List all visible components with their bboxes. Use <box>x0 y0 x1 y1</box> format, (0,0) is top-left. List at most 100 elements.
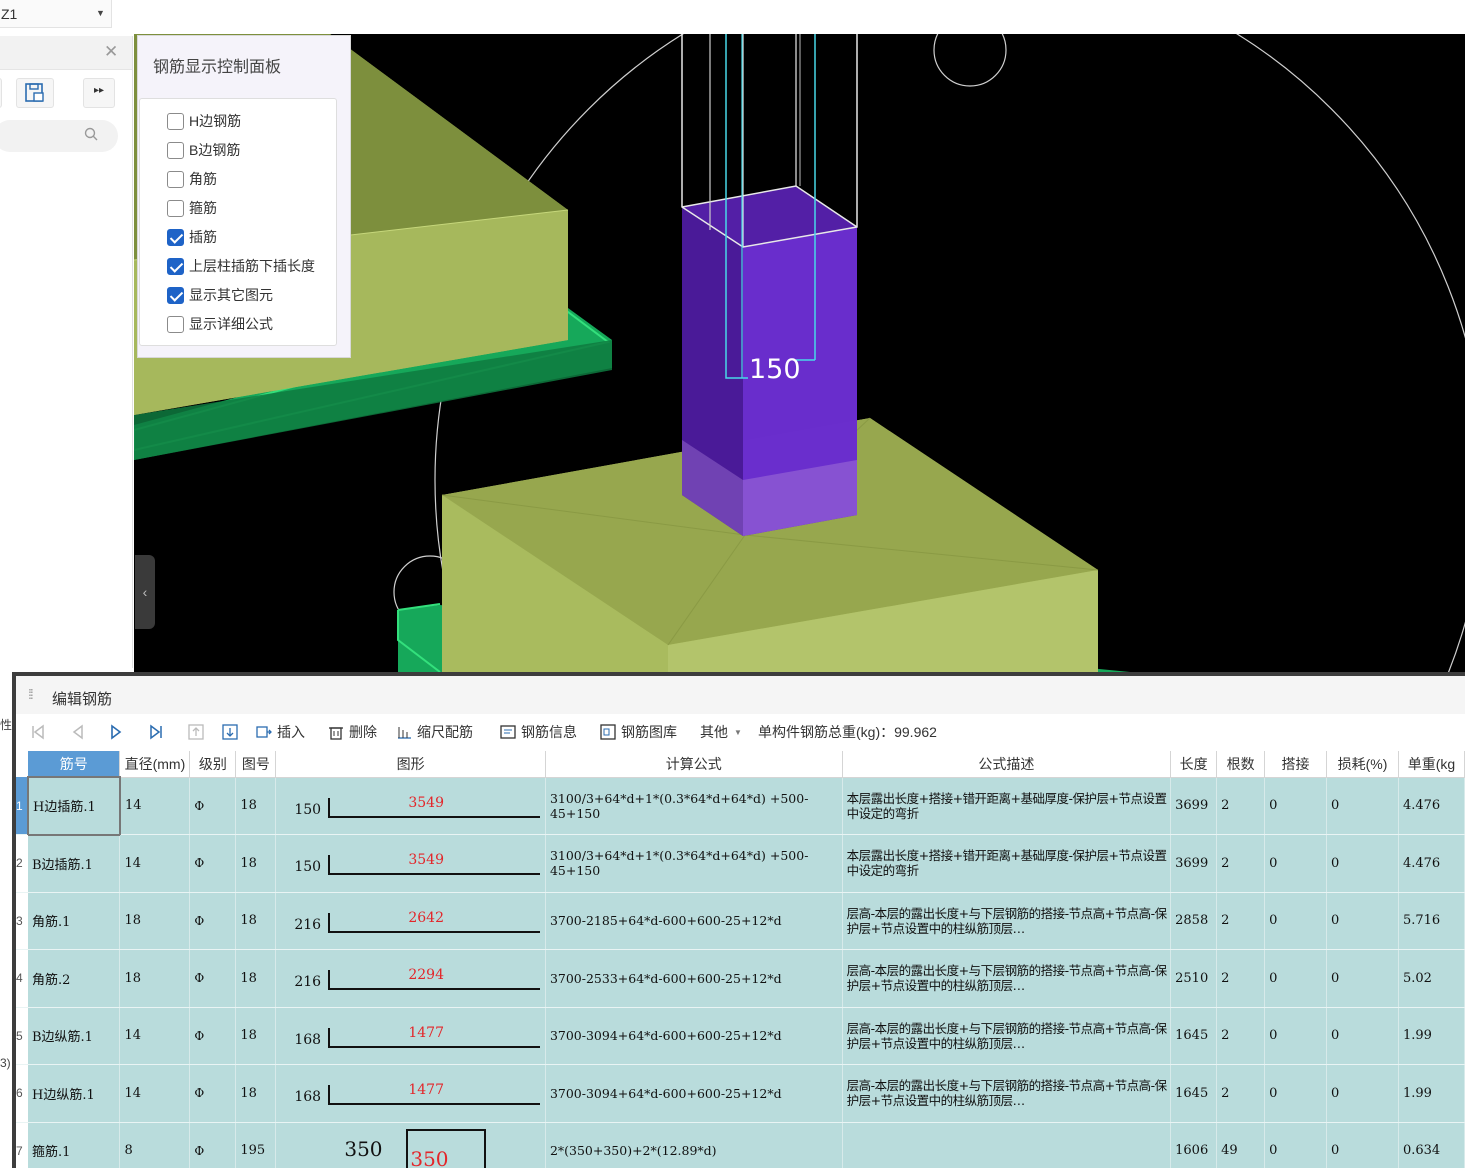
loss-cell[interactable]: 0 <box>1326 1122 1399 1168</box>
lap-cell[interactable]: 0 <box>1264 1064 1327 1123</box>
count-cell[interactable]: 2 <box>1216 892 1266 950</box>
row-number[interactable]: 1 <box>16 777 28 835</box>
other-dropdown[interactable]: 其他 ▼ <box>700 722 742 742</box>
description-cell[interactable]: 层高-本层的露出长度+与下层钢筋的搭接-节点高+节点高-保护层+节点设置中的柱纵… <box>842 949 1172 1008</box>
checkbox[interactable] <box>167 170 184 188</box>
option-corner-rebar[interactable]: 角筋 <box>167 168 217 190</box>
diameter-cell[interactable]: 14 <box>119 1064 191 1123</box>
shape-cell[interactable]: 216 2294 <box>275 949 546 1008</box>
first-record-icon[interactable] <box>30 723 46 741</box>
unit-weight-cell[interactable]: 1.99 <box>1398 1007 1465 1065</box>
length-cell[interactable]: 2858 <box>1170 892 1218 950</box>
loss-cell[interactable]: 0 <box>1326 892 1399 950</box>
rebar-name-cell[interactable]: H边插筋.1 <box>26 776 121 836</box>
column-header[interactable]: 直径(mm) <box>119 751 191 778</box>
grade-cell[interactable]: Φ <box>189 949 237 1008</box>
checkbox[interactable] <box>167 141 184 159</box>
figure-no-cell[interactable]: 195 <box>235 1122 277 1168</box>
count-cell[interactable]: 2 <box>1216 1007 1266 1065</box>
shape-cell[interactable]: 168 1477 <box>275 1007 546 1065</box>
formula-cell[interactable]: 3700-3094+64*d-600+600-25+12*d <box>545 1007 843 1065</box>
lap-cell[interactable]: 0 <box>1264 777 1327 835</box>
table-row[interactable]: 1 H边插筋.1 14 Φ 18 150 3549 3100/3+64*d+1*(0.3*64… <box>16 776 1465 836</box>
search-icon[interactable] <box>84 127 98 141</box>
formula-cell[interactable]: 3700-2185+64*d-600+600-25+12*d <box>545 892 843 950</box>
insert-button[interactable]: 插入 <box>256 722 305 742</box>
figure-no-cell[interactable]: 18 <box>235 949 277 1008</box>
description-cell[interactable]: 层高-本层的露出长度+与下层钢筋的搭接-节点高+节点高-保护层+节点设置中的柱纵… <box>842 892 1172 950</box>
move-down-icon[interactable] <box>222 723 238 741</box>
loss-cell[interactable]: 0 <box>1326 777 1399 835</box>
table-row[interactable]: 5 B边纵筋.1 14 Φ 18 168 1477 3700-3094+64*d-600+60… <box>16 1007 1465 1065</box>
shape-cell[interactable]: 216 2642 <box>275 892 546 950</box>
loss-cell[interactable]: 0 <box>1326 1064 1399 1123</box>
rebar-name-cell[interactable]: H边纵筋.1 <box>27 1064 121 1123</box>
count-cell[interactable]: 2 <box>1216 949 1266 1008</box>
row-number[interactable]: 5 <box>16 1007 28 1065</box>
table-row[interactable]: 7 箍筋.1 8 Φ 195 350 350 2*(350+350)+2*(12.89*d) 1… <box>16 1122 1465 1168</box>
column-header[interactable]: 长度 <box>1170 751 1218 778</box>
unit-weight-cell[interactable]: 5.716 <box>1398 892 1465 950</box>
more-button[interactable]: ▸▸ <box>83 78 115 108</box>
length-cell[interactable]: 1645 <box>1170 1007 1218 1065</box>
row-number[interactable]: 7 <box>16 1122 28 1168</box>
search-input[interactable] <box>0 120 118 152</box>
checkbox[interactable] <box>167 112 184 130</box>
lap-cell[interactable]: 0 <box>1264 949 1327 1008</box>
rebar-library-button[interactable]: 钢筋图库 <box>600 722 677 742</box>
last-record-icon[interactable] <box>148 723 164 741</box>
shape-cell[interactable]: 350 350 <box>275 1122 546 1168</box>
column-header[interactable]: 图号 <box>235 751 277 778</box>
checkbox-checked[interactable] <box>167 228 184 246</box>
loss-cell[interactable]: 0 <box>1326 949 1399 1008</box>
table-row[interactable]: 6 H边纵筋.1 14 Φ 18 168 1477 3700-3094+64*d-600+60… <box>16 1064 1465 1123</box>
rebar-name-cell[interactable]: 角筋.2 <box>27 949 121 1008</box>
checkbox-checked[interactable] <box>167 257 184 275</box>
unit-weight-cell[interactable]: 1.99 <box>1398 1064 1465 1123</box>
row-number[interactable]: 3 <box>16 892 28 950</box>
grade-cell[interactable]: Φ <box>189 1122 237 1168</box>
formula-cell[interactable]: 3100/3+64*d+1*(0.3*64*d+64*d) +500-45+15… <box>545 834 843 893</box>
row-number[interactable]: 4 <box>16 949 28 1008</box>
checkbox-checked[interactable] <box>167 286 184 304</box>
formula-cell[interactable]: 3700-3094+64*d-600+600-25+12*d <box>545 1064 843 1123</box>
rebar-name-cell[interactable]: 角筋.1 <box>27 892 121 950</box>
loss-cell[interactable]: 0 <box>1326 1007 1399 1065</box>
figure-no-cell[interactable]: 18 <box>235 892 277 950</box>
close-icon[interactable]: ✕ <box>104 42 118 62</box>
formula-cell[interactable]: 2*(350+350)+2*(12.89*d) <box>545 1122 843 1168</box>
formula-cell[interactable]: 3100/3+64*d+1*(0.3*64*d+64*d) +500-45+15… <box>545 777 843 835</box>
diameter-cell[interactable]: 8 <box>119 1122 191 1168</box>
diameter-cell[interactable]: 14 <box>119 777 191 835</box>
figure-no-cell[interactable]: 18 <box>235 777 277 835</box>
next-record-icon[interactable] <box>108 723 124 741</box>
shape-cell[interactable]: 168 1477 <box>275 1064 546 1123</box>
delete-button[interactable]: 删除 <box>328 722 377 742</box>
diameter-cell[interactable]: 18 <box>119 949 191 1008</box>
unit-weight-cell[interactable]: 0.634 <box>1398 1122 1465 1168</box>
checkbox[interactable] <box>167 315 184 333</box>
rebar-name-cell[interactable]: 箍筋.1 <box>27 1122 121 1168</box>
count-cell[interactable]: 2 <box>1216 1064 1266 1123</box>
column-header[interactable]: 计算公式 <box>545 751 843 778</box>
previous-record-icon[interactable] <box>70 723 86 741</box>
length-cell[interactable]: 1645 <box>1170 1064 1218 1123</box>
column-header[interactable]: 搭接 <box>1264 751 1327 778</box>
grade-cell[interactable]: Φ <box>189 892 237 950</box>
option-show-other-elements[interactable]: 显示其它图元 <box>167 284 273 306</box>
length-cell[interactable]: 3699 <box>1170 777 1218 835</box>
drag-grip-icon[interactable]: ⁞⁞ <box>28 686 34 702</box>
diameter-cell[interactable]: 14 <box>119 1007 191 1065</box>
grade-cell[interactable]: Φ <box>189 834 237 893</box>
column-header[interactable]: 公式描述 <box>842 751 1172 778</box>
description-cell[interactable]: 本层露出长度+搭接+错开距离+基础厚度-保护层+节点设置中设定的弯折 <box>842 777 1172 835</box>
count-cell[interactable]: 49 <box>1216 1122 1266 1168</box>
option-dowel[interactable]: 插筋 <box>167 226 217 248</box>
unit-weight-cell[interactable]: 4.476 <box>1398 777 1465 835</box>
grade-cell[interactable]: Φ <box>189 1007 237 1065</box>
grade-cell[interactable]: Φ <box>189 1064 237 1123</box>
chevron-down-icon[interactable]: ▼ <box>96 8 105 18</box>
loss-cell[interactable]: 0 <box>1326 834 1399 893</box>
table-row[interactable]: 3 角筋.1 18 Φ 18 216 2642 3700-2185+64*d-600+600-… <box>16 892 1465 950</box>
column-header[interactable]: 图形 <box>275 751 546 778</box>
